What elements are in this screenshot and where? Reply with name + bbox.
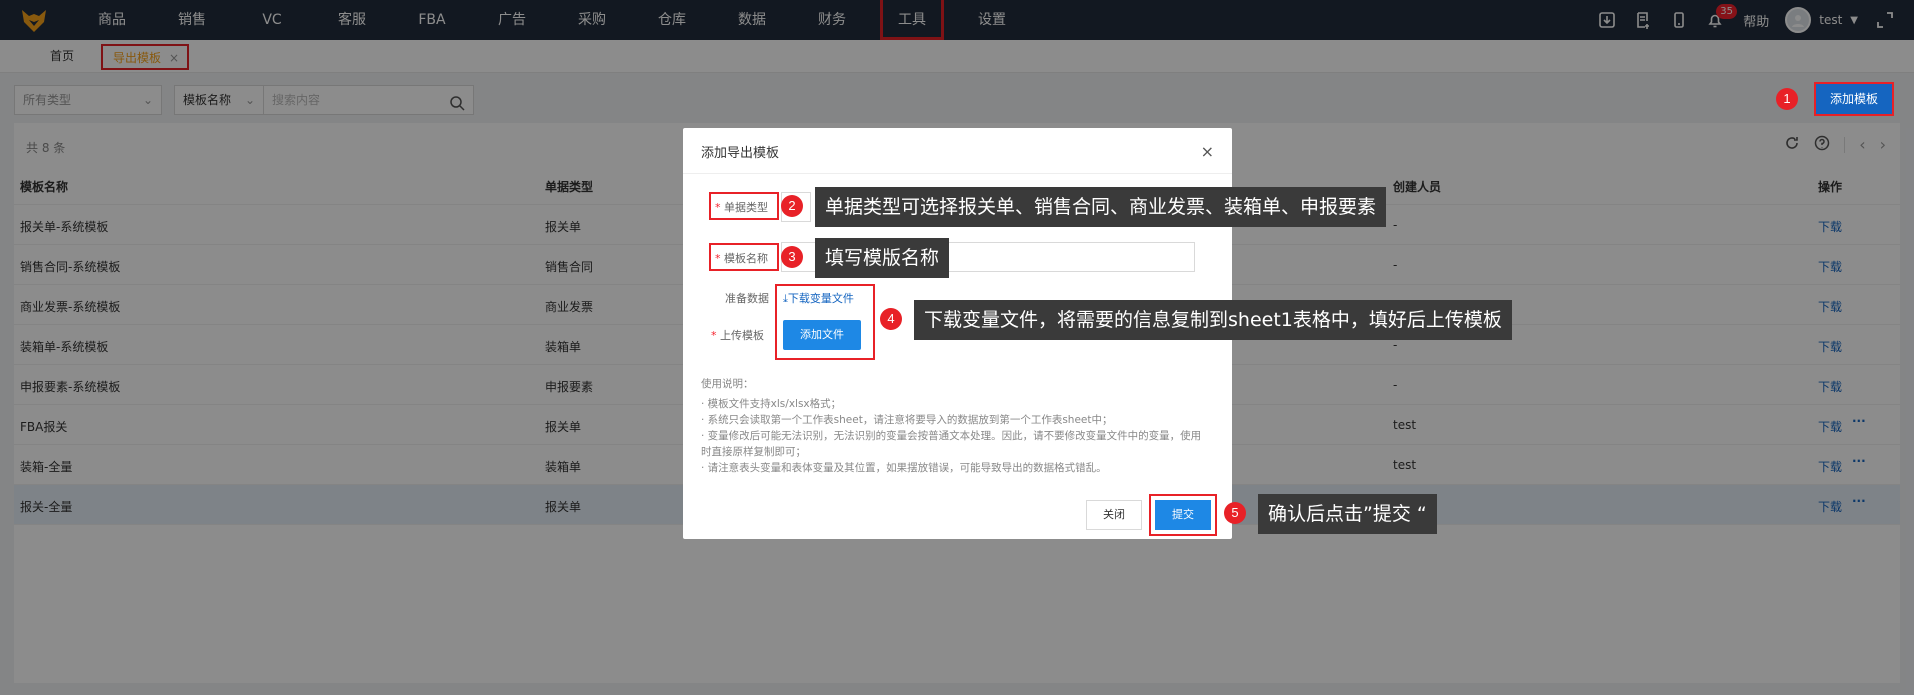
add-file-button[interactable]: 添加文件	[783, 320, 861, 350]
upload-template-label: * 上传模板	[711, 329, 764, 342]
step-marker-1: 1	[1776, 88, 1798, 110]
notes-title: 使用说明：	[701, 378, 754, 390]
callout-step-4: 下载变量文件，将需要的信息复制到sheet1表格中，填好后上传模板	[914, 300, 1512, 340]
callout-step-3: 填写模版名称	[815, 238, 950, 278]
add-template-button-highlight[interactable]: 添加模板	[1814, 82, 1894, 116]
divider	[683, 173, 1232, 174]
doc-type-label: * 单据类型	[715, 201, 768, 214]
step-marker-2: 2	[781, 195, 803, 217]
usage-notes: 使用说明： · 模板文件支持xls/xlsx格式； · 系统只会读取第一个工作表…	[701, 376, 1211, 476]
download-variable-file-link[interactable]: ⤓下载变量文件	[783, 290, 854, 306]
template-name-label: * 模板名称	[715, 252, 768, 265]
callout-step-5: 确认后点击”提交 “	[1258, 494, 1437, 534]
note-item: · 请注意表头变量和表体变量及其位置，如果摆放错误，可能导致导出的数据格式错乱。	[701, 462, 1107, 474]
modal-mask-top	[0, 0, 1914, 73]
close-icon[interactable]: ×	[1201, 142, 1214, 161]
note-item: · 变量修改后可能无法识别，无法识别的变量会按普通文本处理。因此，请不要修改变量…	[701, 430, 1202, 458]
step-marker-3: 3	[781, 246, 803, 268]
note-item: · 系统只会读取第一个工作表sheet，请注意将要导入的数据放到第一个工作表sh…	[701, 414, 1113, 426]
note-item: · 模板文件支持xls/xlsx格式；	[701, 398, 842, 410]
cancel-button[interactable]: 关闭	[1086, 500, 1142, 530]
submit-button[interactable]: 提交	[1155, 500, 1211, 530]
callout-step-2: 单据类型可选择报关单、销售合同、商业发票、装箱单、申报要素	[815, 187, 1387, 227]
step-marker-5: 5	[1224, 502, 1246, 524]
prepare-data-label: 准备数据	[725, 292, 769, 305]
dialog-title: 添加导出模板	[701, 146, 780, 161]
step-marker-4: 4	[880, 308, 902, 330]
